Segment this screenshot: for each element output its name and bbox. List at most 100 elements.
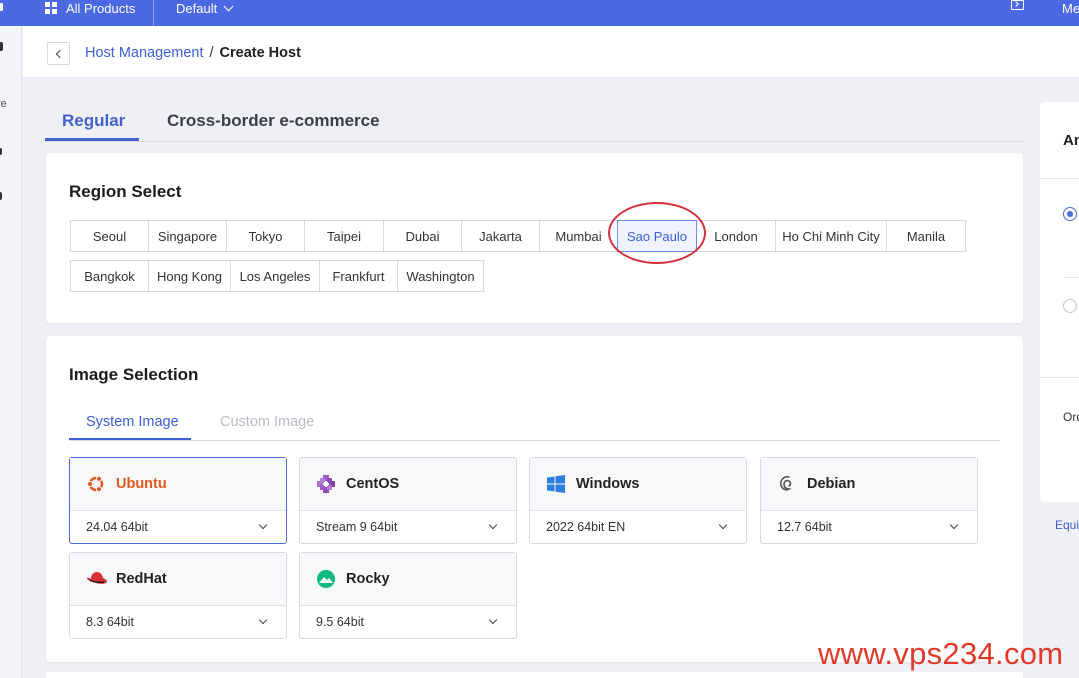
chevron-down-icon (258, 615, 268, 625)
menu-icon[interactable] (0, 0, 8, 26)
region-option-singapore[interactable]: Singapore (148, 220, 227, 252)
sidebar-nav-icon[interactable] (0, 148, 2, 155)
breadcrumb-header: Host Management / Create Host (23, 26, 1079, 78)
tab-system-image[interactable]: System Image (86, 414, 179, 430)
top-navigation-bar: All Products Default Me (0, 0, 1079, 26)
region-row-1: Seoul Singapore Tokyo Taipei Dubai Jakar… (70, 220, 966, 252)
os-name: Windows (576, 476, 640, 492)
sidebar-item-label[interactable]: re (0, 98, 7, 110)
workspace-dropdown[interactable]: Default (176, 0, 234, 21)
page-title: Create Host (219, 45, 301, 61)
os-card-header[interactable]: Windows (530, 458, 746, 511)
divider (1040, 178, 1079, 179)
os-card-header[interactable]: CentOS (300, 458, 516, 511)
order-summary-panel: An Ord (1040, 102, 1079, 502)
region-option-los-angeles[interactable]: Los Angeles (230, 260, 320, 292)
highlight-circle-annotation (608, 202, 706, 264)
region-option-london[interactable]: London (696, 220, 776, 252)
os-version-select[interactable]: 8.3 64bit (70, 606, 286, 638)
tab-regular[interactable]: Regular (62, 111, 125, 131)
image-selection-card: Image Selection System Image Custom Imag… (46, 336, 1023, 662)
redhat-icon (86, 569, 107, 589)
os-card-debian[interactable]: Debian 12.7 64bit (760, 457, 978, 544)
region-select-title: Region Select (69, 182, 182, 201)
panel-header: An (1063, 132, 1079, 149)
os-card-header[interactable]: Ubuntu (70, 458, 286, 511)
all-products-menu[interactable]: All Products (22, 0, 154, 26)
chevron-down-icon (718, 520, 728, 530)
os-version-value: 2022 64bit EN (546, 520, 626, 534)
region-option-mumbai[interactable]: Mumbai (539, 220, 618, 252)
ubuntu-icon (86, 474, 106, 494)
active-tab-indicator (45, 138, 139, 141)
os-card-header[interactable]: RedHat (70, 553, 286, 606)
os-version-select[interactable]: 2022 64bit EN (530, 511, 746, 543)
centos-icon (316, 474, 336, 494)
region-option-taipei[interactable]: Taipei (304, 220, 384, 252)
chevron-down-icon (949, 520, 959, 530)
breadcrumb: Host Management / Create Host (85, 45, 301, 61)
order-label: Ord (1063, 410, 1079, 424)
region-option-bangkok[interactable]: Bangkok (70, 260, 149, 292)
region-option-ho-chi-minh-city[interactable]: Ho Chi Minh City (775, 220, 887, 252)
os-version-value: 8.3 64bit (86, 615, 134, 629)
user-menu[interactable]: Me (1062, 0, 1079, 21)
windows-icon (546, 474, 566, 494)
os-card-rocky[interactable]: Rocky 9.5 64bit (299, 552, 517, 639)
grid-icon (45, 2, 57, 14)
image-selection-title: Image Selection (69, 365, 199, 384)
region-select-card: Region Select Seoul Singapore Tokyo Taip… (46, 153, 1023, 323)
os-version-value: 24.04 64bit (86, 520, 148, 534)
debian-icon (777, 474, 797, 494)
region-option-hong-kong[interactable]: Hong Kong (148, 260, 231, 292)
os-name: RedHat (116, 571, 167, 587)
os-name: Debian (807, 476, 856, 492)
chevron-down-icon (488, 520, 498, 530)
os-card-windows[interactable]: Windows 2022 64bit EN (529, 457, 747, 544)
billing-radio[interactable] (1063, 299, 1077, 313)
os-card-centos[interactable]: CentOS Stream 9 64bit (299, 457, 517, 544)
left-sidebar: re (0, 26, 22, 678)
watermark-text: www.vps234.com (818, 636, 1064, 671)
os-name: Ubuntu (116, 476, 167, 492)
region-option-tokyo[interactable]: Tokyo (226, 220, 305, 252)
os-name: CentOS (346, 476, 400, 492)
region-row-2: Bangkok Hong Kong Los Angeles Frankfurt … (70, 260, 484, 292)
region-option-washington[interactable]: Washington (397, 260, 484, 292)
billing-radio-selected[interactable] (1063, 207, 1077, 221)
region-option-jakarta[interactable]: Jakarta (461, 220, 540, 252)
workspace-label: Default (176, 0, 218, 16)
sidebar-nav-icon[interactable] (0, 192, 2, 200)
os-card-ubuntu[interactable]: Ubuntu 24.04 64bit (69, 457, 287, 544)
breadcrumb-separator: / (209, 45, 214, 61)
image-type-tabs: System Image Custom Image (69, 404, 1000, 441)
region-option-manila[interactable]: Manila (886, 220, 966, 252)
region-option-dubai[interactable]: Dubai (383, 220, 462, 252)
rocky-icon (316, 569, 336, 589)
sidebar-nav-icon[interactable] (0, 42, 3, 51)
active-image-tab-indicator (69, 438, 191, 440)
back-button[interactable] (47, 42, 70, 65)
all-products-label: All Products (66, 0, 136, 16)
os-version-select[interactable]: 12.7 64bit (761, 511, 977, 543)
os-version-value: Stream 9 64bit (316, 520, 398, 534)
equipment-link[interactable]: Equi (1055, 518, 1079, 532)
region-option-frankfurt[interactable]: Frankfurt (319, 260, 398, 292)
os-card-header[interactable]: Debian (761, 458, 977, 511)
region-option-seoul[interactable]: Seoul (70, 220, 149, 252)
os-name: Rocky (346, 571, 390, 587)
tab-custom-image[interactable]: Custom Image (220, 414, 314, 430)
os-version-select[interactable]: Stream 9 64bit (300, 511, 516, 543)
os-version-select[interactable]: 9.5 64bit (300, 606, 516, 638)
os-card-header[interactable]: Rocky (300, 553, 516, 606)
terminal-icon[interactable] (1011, 0, 1024, 10)
divider (1040, 377, 1079, 378)
tab-cross-border-ecommerce[interactable]: Cross-border e-commerce (167, 111, 380, 131)
chevron-down-icon (258, 520, 268, 530)
chevron-down-icon (223, 1, 234, 11)
os-card-redhat[interactable]: RedHat 8.3 64bit (69, 552, 287, 639)
os-version-value: 9.5 64bit (316, 615, 364, 629)
breadcrumb-host-management-link[interactable]: Host Management (85, 45, 203, 61)
chevron-down-icon (488, 615, 498, 625)
os-version-select[interactable]: 24.04 64bit (70, 511, 286, 543)
